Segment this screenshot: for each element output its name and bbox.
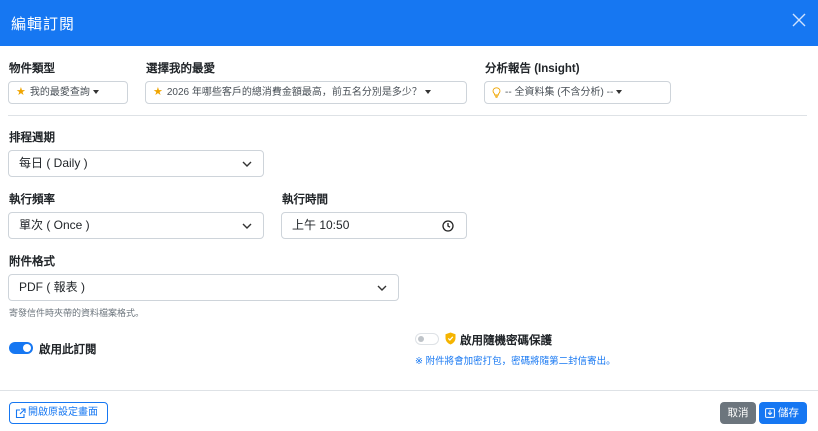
star-icon: ★ xyxy=(153,86,163,98)
modal-title: 編輯訂閱 xyxy=(11,16,76,33)
caret-down-icon xyxy=(92,90,99,95)
favorite-dropdown[interactable]: ★ 2026 年哪些客戶的總消費金額最高，前五名分別是多少？ xyxy=(145,81,467,104)
schedule-cycle-label: 排程週期 xyxy=(9,132,55,144)
save-button[interactable]: 儲存 xyxy=(759,402,807,424)
shield-icon xyxy=(445,332,456,345)
frequency-select[interactable]: 單次 ( Once ) xyxy=(8,212,264,239)
schedule-cycle-value: 每日 ( Daily ) xyxy=(19,156,88,170)
attachment-format-value: PDF ( 報表 ) xyxy=(19,280,85,294)
star-icon: ★ xyxy=(16,86,26,98)
chevron-down-icon xyxy=(242,223,252,229)
chevron-down-icon xyxy=(377,285,387,291)
schedule-cycle-select[interactable]: 每日 ( Daily ) xyxy=(8,150,264,177)
lightbulb-icon xyxy=(492,87,501,98)
attachment-format-label: 附件格式 xyxy=(9,256,55,268)
cancel-button[interactable]: 取消 xyxy=(720,402,756,424)
exec-time-value: 上午 10:50 xyxy=(292,218,350,232)
frequency-label: 執行頻率 xyxy=(9,194,55,206)
caret-down-icon xyxy=(424,90,431,95)
insight-dropdown[interactable]: -- 全資料集 (不含分析) -- xyxy=(484,81,671,104)
footer-divider xyxy=(0,390,818,391)
insight-value: -- 全資料集 (不含分析) -- xyxy=(505,87,614,98)
chevron-down-icon xyxy=(242,161,252,167)
object-type-label: 物件類型 xyxy=(9,63,55,75)
section-divider xyxy=(8,115,807,116)
caret-down-icon xyxy=(616,90,623,95)
open-settings-button[interactable]: 開啟原設定畫面 xyxy=(9,402,108,424)
object-type-dropdown[interactable]: ★ 我的最愛查詢 xyxy=(8,81,128,104)
frequency-value: 單次 ( Once ) xyxy=(19,218,90,232)
clock-icon[interactable] xyxy=(442,220,454,232)
exec-time-input[interactable]: 上午 10:50 xyxy=(281,212,467,239)
favorite-value: 2026 年哪些客戶的總消費金額最高，前五名分別是多少？ xyxy=(166,87,422,98)
open-settings-label: 開啟原設定畫面 xyxy=(28,407,98,418)
close-icon[interactable] xyxy=(791,12,807,28)
attachment-format-select[interactable]: PDF ( 報表 ) xyxy=(8,274,399,301)
password-protect-toggle[interactable] xyxy=(415,333,439,345)
password-protect-note: ※ 附件將會加密打包，密碼將隨第二封信寄出。 xyxy=(415,356,616,367)
object-type-value: 我的最愛查詢 xyxy=(29,87,90,98)
attachment-format-hint: 寄發信件時夾帶的資料檔案格式。 xyxy=(9,308,145,318)
exec-time-label: 執行時間 xyxy=(282,194,328,206)
insight-label: 分析報告 (Insight) xyxy=(485,63,580,75)
modal-header: 編輯訂閱 xyxy=(0,0,818,46)
save-icon xyxy=(765,408,775,418)
save-label: 儲存 xyxy=(778,407,799,419)
external-link-icon xyxy=(15,408,26,419)
enable-subscription-label: 啟用此訂閱 xyxy=(39,344,97,356)
enable-subscription-toggle[interactable] xyxy=(9,342,33,354)
password-protect-label: 啟用隨機密碼保護 xyxy=(460,335,552,347)
favorite-label: 選擇我的最愛 xyxy=(146,63,215,75)
